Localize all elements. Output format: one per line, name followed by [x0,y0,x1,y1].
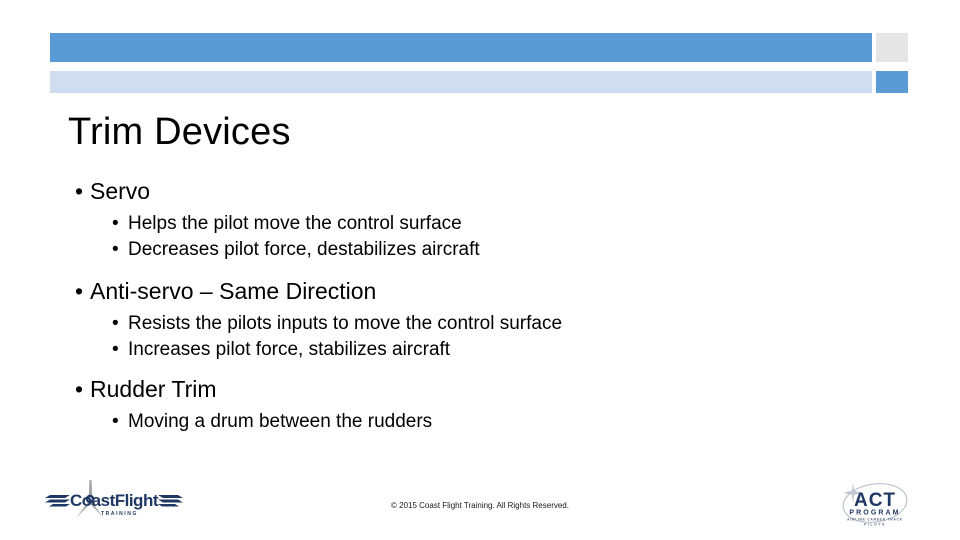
slide-header-decoration [0,0,960,100]
bullet-subitem: • Helps the pilot move the control surfa… [60,211,920,237]
bullet-group-servo: • Servo • Helps the pilot move the contr… [60,176,920,263]
bullet-heading: • Servo [60,176,920,207]
act-program-logo: ACT PROGRAM AIRLINE CAREER TRACK PILOTS [832,476,918,530]
bullet-heading: • Anti-servo – Same Direction [60,276,920,307]
bullet-marker-icon: • [112,411,119,432]
act-tagline-line1: AIRLINE CAREER TRACK [847,518,903,522]
bullet-subitem-label: Helps the pilot move the control surface [128,213,462,234]
act-subtitle: PROGRAM [849,510,900,517]
logo-tagline: TRAINING [101,511,138,517]
header-bar-secondary [50,71,872,93]
header-block-gray [876,33,908,62]
bullet-marker-icon: • [112,239,119,260]
bullet-subitem-label: Moving a drum between the rudders [128,411,433,432]
logo-wordmark: CoastFlight [70,491,159,510]
page-title: Trim Devices [68,111,291,153]
bullet-subitem-label: Increases pilot force, stabilizes aircra… [128,339,451,360]
bullet-subitem: • Resists the pilots inputs to move the … [60,311,920,337]
bullet-subitem-label: Resists the pilots inputs to move the co… [128,313,563,334]
bullet-heading: • Rudder Trim [60,374,920,405]
bullet-subitem: • Moving a drum between the rudders [60,409,920,435]
wing-right-icon [158,495,183,507]
act-tagline-line2: PILOTS [864,523,886,527]
act-title: ACT [854,490,896,511]
bullet-group-rudder-trim: • Rudder Trim • Moving a drum between th… [60,374,920,435]
wing-left-icon [45,495,70,507]
bullet-subitem: • Increases pilot force, stabilizes airc… [60,337,920,363]
bullet-marker-icon: • [75,178,84,204]
slide-body: • Servo • Helps the pilot move the contr… [60,176,920,435]
bullet-marker-icon: • [112,313,119,334]
bullet-marker-icon: • [112,213,119,234]
bullet-marker-icon: • [75,376,84,402]
header-block-blue [876,71,908,93]
bullet-heading-label: Rudder Trim [90,376,217,402]
bullet-marker-icon: • [75,278,84,304]
bullet-subitem: • Decreases pilot force, destabilizes ai… [60,237,920,263]
bullet-subitem-label: Decreases pilot force, destabilizes airc… [128,239,480,260]
bullet-marker-icon: • [112,339,119,360]
bullet-heading-label: Anti-servo – Same Direction [90,278,377,304]
bullet-heading-label: Servo [90,178,151,204]
header-bar-primary [50,33,872,62]
bullet-group-anti-servo: • Anti-servo – Same Direction • Resists … [60,276,920,363]
coast-flight-training-logo: CoastFlight TRAINING [44,478,184,526]
